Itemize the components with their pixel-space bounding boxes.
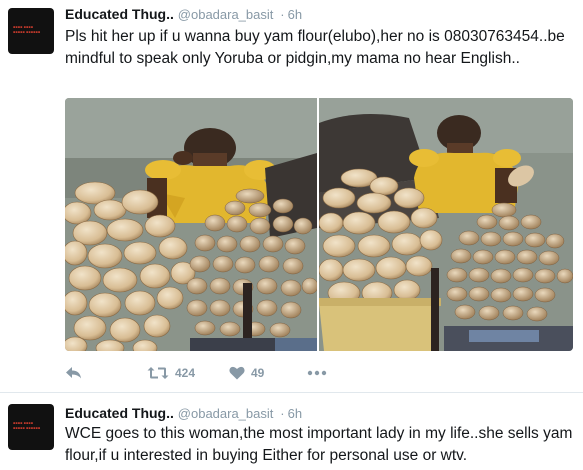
display-name[interactable]: Educated Thug.. (65, 405, 174, 421)
user-handle[interactable]: @obadara_basit (178, 7, 274, 22)
reply-button[interactable] (65, 363, 83, 383)
retweet-icon (147, 366, 169, 380)
timestamp[interactable]: 6h (288, 7, 302, 22)
tweet-actions: 424 49 (65, 363, 365, 383)
avatar-image: ▪▪▪▪ ▪▪▪▪ ▪▪▪▪▪ ▪▪▪▪▪▪ (13, 421, 41, 430)
separator: · (280, 7, 285, 22)
avatar[interactable]: ▪▪▪▪ ▪▪▪▪ ▪▪▪▪▪ ▪▪▪▪▪▪ (8, 8, 54, 54)
timestamp[interactable]: 6h (288, 406, 302, 421)
photo-yam-seller-1 (65, 98, 317, 351)
more-button[interactable] (307, 363, 327, 383)
more-icon (307, 370, 327, 376)
tweet-2[interactable]: ▪▪▪▪ ▪▪▪▪ ▪▪▪▪▪ ▪▪▪▪▪▪ Educated Thug.. @o… (0, 393, 583, 470)
media-grid (65, 98, 573, 351)
like-count: 49 (251, 366, 265, 380)
tweet-1[interactable]: ▪▪▪▪ ▪▪▪▪ ▪▪▪▪▪ ▪▪▪▪▪▪ Educated Thug.. @o… (0, 0, 583, 392)
reply-icon (65, 366, 83, 380)
tweet-text: WCE goes to this woman,the most importan… (65, 425, 573, 464)
separator: · (280, 406, 285, 421)
avatar[interactable]: ▪▪▪▪ ▪▪▪▪ ▪▪▪▪▪ ▪▪▪▪▪▪ (8, 404, 54, 450)
like-button[interactable]: 49 (229, 363, 264, 383)
retweet-button[interactable]: 424 (147, 363, 195, 383)
tweet-header: Educated Thug.. @obadara_basit · 6h (65, 405, 302, 421)
tweet-header: Educated Thug.. @obadara_basit · 6h (65, 6, 302, 22)
heart-icon (229, 366, 245, 380)
photo-yam-seller-2 (319, 98, 573, 351)
avatar-image: ▪▪▪▪ ▪▪▪▪ ▪▪▪▪▪ ▪▪▪▪▪▪ (13, 25, 41, 34)
tweet-photo-2[interactable] (319, 98, 573, 351)
tweet-photo-1[interactable] (65, 98, 317, 351)
retweet-count: 424 (175, 366, 196, 380)
tweet-text: Pls hit her up if u wanna buy yam flour(… (65, 28, 565, 67)
display-name[interactable]: Educated Thug.. (65, 6, 174, 22)
user-handle[interactable]: @obadara_basit (178, 406, 274, 421)
